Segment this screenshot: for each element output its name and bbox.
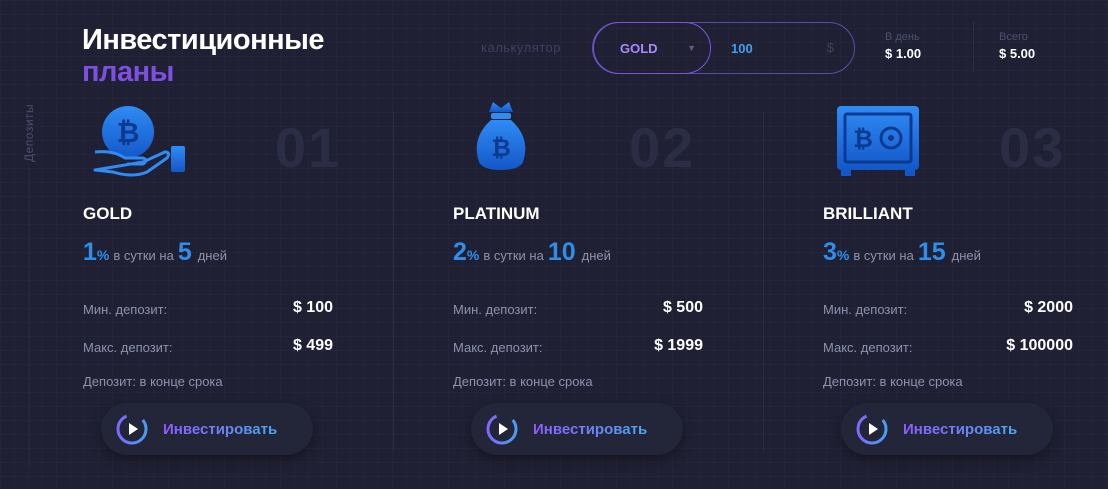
plan-rate: 3 % в сутки на 15 дней — [823, 238, 985, 267]
plan-rate: 1 % в сутки на 5 дней — [83, 238, 231, 267]
plan-select[interactable]: GOLD ▼ — [593, 22, 711, 74]
plan-max-deposit-row: Макс. депозит: $ 499 — [83, 337, 333, 355]
calculator-label: калькулятор — [481, 40, 562, 55]
amount-input[interactable] — [731, 37, 811, 59]
plan-max-deposit-row: Макс. депозит: $ 100000 — [823, 337, 1073, 355]
plan-number: 02 — [629, 116, 696, 179]
plan-term: Депозит: в конце срока — [83, 374, 223, 389]
plan-min-value: $ 2000 — [1024, 299, 1073, 316]
plan-percent: 3 — [823, 238, 837, 266]
column-divider — [393, 112, 394, 452]
play-icon — [856, 413, 888, 445]
plan-min-label: Мин. депозит: — [823, 302, 908, 317]
invest-button[interactable]: Инвестировать — [101, 403, 313, 455]
total-stat: Всего $ 5.00 — [999, 31, 1035, 61]
column-divider — [763, 112, 764, 452]
total-value: $ 5.00 — [999, 46, 1036, 61]
plan-days: 10 — [547, 238, 576, 266]
svg-text:₿: ₿ — [853, 126, 873, 153]
plan-card-brilliant: ₿ 03 BRILLIANT 3 % в сутки на 15 дней Ми… — [823, 100, 1108, 470]
sidebar-divider — [29, 168, 30, 468]
plan-percent: 1 — [83, 238, 97, 266]
bitcoin-hand-icon: ₿ — [83, 100, 193, 185]
plan-min-deposit-row: Мин. депозит: $ 2000 — [823, 299, 1073, 317]
plan-min-label: Мин. депозит: — [83, 302, 168, 317]
plan-card-gold: ₿ 01 GOLD 1 % в сутки на 5 дней Мин. деп… — [83, 100, 393, 470]
plan-min-deposit-row: Мин. депозит: $ 100 — [83, 299, 333, 317]
invest-button-label: Инвестировать — [903, 420, 1018, 438]
plan-max-value: $ 499 — [292, 337, 333, 354]
plan-number: 03 — [999, 116, 1066, 179]
plan-per-day-text: в сутки на — [113, 248, 174, 263]
plan-rate: 2 % в сутки на 10 дней — [453, 238, 615, 267]
plan-max-deposit-row: Макс. депозит: $ 1999 — [453, 337, 703, 355]
plan-card-platinum: ₿ 02 PLATINUM 2 % в сутки на 10 дней Мин… — [453, 100, 763, 470]
per-day-value: $ 1.00 — [885, 46, 922, 61]
plan-days-text: дней — [951, 248, 981, 263]
invest-button-label: Инвестировать — [533, 420, 648, 438]
plan-max-value: $ 1999 — [654, 337, 703, 354]
invest-button[interactable]: Инвестировать — [471, 403, 683, 455]
per-day-label: В день — [885, 31, 920, 43]
plan-term: Депозит: в конце срока — [823, 374, 963, 389]
play-icon — [486, 413, 518, 445]
plan-number: 01 — [275, 116, 342, 179]
bitcoin-bag-icon: ₿ — [453, 100, 563, 185]
page-title-line2: планы — [82, 56, 174, 88]
chevron-down-icon: ▼ — [687, 43, 696, 53]
plan-max-label: Макс. депозит: — [453, 340, 543, 355]
bitcoin-safe-icon: ₿ — [823, 100, 933, 185]
page-title: Инвестиционные планы — [82, 24, 325, 88]
plan-per-day-text: в сутки на — [853, 248, 914, 263]
plan-days-text: дней — [581, 248, 611, 263]
total-label: Всего — [999, 31, 1028, 43]
plan-min-label: Мин. депозит: — [453, 302, 538, 317]
plan-percent-unit: % — [96, 247, 110, 263]
sidebar-deposits-label[interactable]: Депозиты — [22, 52, 38, 162]
svg-text:₿: ₿ — [117, 117, 140, 148]
plan-per-day-text: в сутки на — [483, 248, 544, 263]
plan-percent: 2 — [453, 238, 467, 266]
currency-symbol: $ — [826, 40, 834, 55]
plan-name: PLATINUM — [453, 204, 540, 223]
plan-max-value: $ 100000 — [1006, 337, 1073, 354]
plan-min-deposit-row: Мин. депозит: $ 500 — [453, 299, 703, 317]
plan-days-text: дней — [197, 248, 227, 263]
stat-divider — [973, 22, 974, 72]
plan-max-label: Макс. депозит: — [823, 340, 913, 355]
plan-percent-unit: % — [466, 247, 480, 263]
svg-text:₿: ₿ — [491, 135, 511, 162]
plan-select-value: GOLD — [620, 40, 658, 56]
plan-name: GOLD — [83, 204, 133, 223]
plan-term: Депозит: в конце срока — [453, 374, 593, 389]
plan-min-value: $ 500 — [662, 299, 703, 316]
plan-min-value: $ 100 — [292, 299, 333, 316]
plan-days: 5 — [177, 238, 192, 266]
play-icon — [116, 413, 148, 445]
invest-button[interactable]: Инвестировать — [841, 403, 1053, 455]
plan-percent-unit: % — [836, 247, 850, 263]
per-day-stat: В день $ 1.00 — [885, 31, 921, 61]
invest-button-label: Инвестировать — [163, 420, 278, 438]
plan-max-label: Макс. депозит: — [83, 340, 173, 355]
plan-name: BRILLIANT — [823, 204, 913, 223]
page-title-line1: Инвестиционные — [82, 24, 325, 56]
calculator-box: GOLD ▼ $ — [592, 22, 855, 74]
plan-days: 15 — [917, 238, 946, 266]
